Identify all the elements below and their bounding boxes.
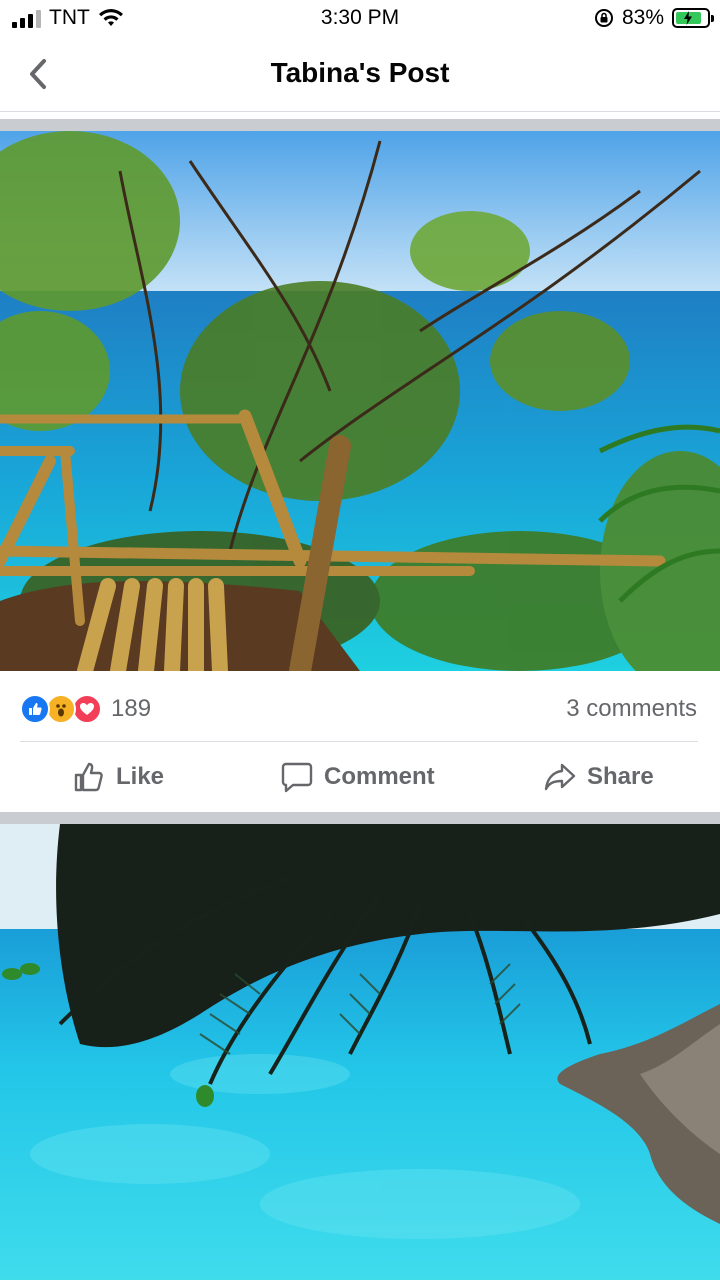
comment-bubble-icon <box>281 762 313 793</box>
comment-label: Comment <box>324 763 435 790</box>
battery-percent: 83% <box>621 6 664 29</box>
orientation-lock-icon <box>594 9 613 27</box>
post-header: Tabina's Post <box>0 36 720 112</box>
comments-link[interactable]: 3 comments <box>566 695 697 723</box>
thumbs-up-icon <box>74 762 103 792</box>
battery-charging-icon <box>672 8 714 28</box>
comment-button[interactable]: Comment <box>280 757 435 797</box>
share-button[interactable]: Share <box>543 757 654 797</box>
like-label: Like <box>116 763 165 790</box>
reaction-count: 189 <box>111 695 152 722</box>
page-title: Tabina's Post <box>270 57 450 88</box>
wow-reaction-icon <box>46 694 76 724</box>
share-label: Share <box>587 763 654 790</box>
reaction-icons <box>20 694 102 724</box>
actions-divider <box>20 741 698 742</box>
love-reaction-icon <box>72 694 102 724</box>
share-arrow-icon <box>544 763 576 791</box>
status-bar: TNT 3:30 PM 83% <box>0 0 720 36</box>
section-divider <box>0 119 720 131</box>
like-reaction-icon <box>20 694 50 724</box>
post-actions: Like Comment Share <box>0 745 720 807</box>
post-photo-1[interactable] <box>0 131 720 671</box>
reactions-summary[interactable]: 189 3 comments <box>0 680 720 738</box>
post-photo-2[interactable] <box>0 824 720 1280</box>
section-divider <box>0 812 720 824</box>
like-button[interactable]: Like <box>72 757 164 797</box>
